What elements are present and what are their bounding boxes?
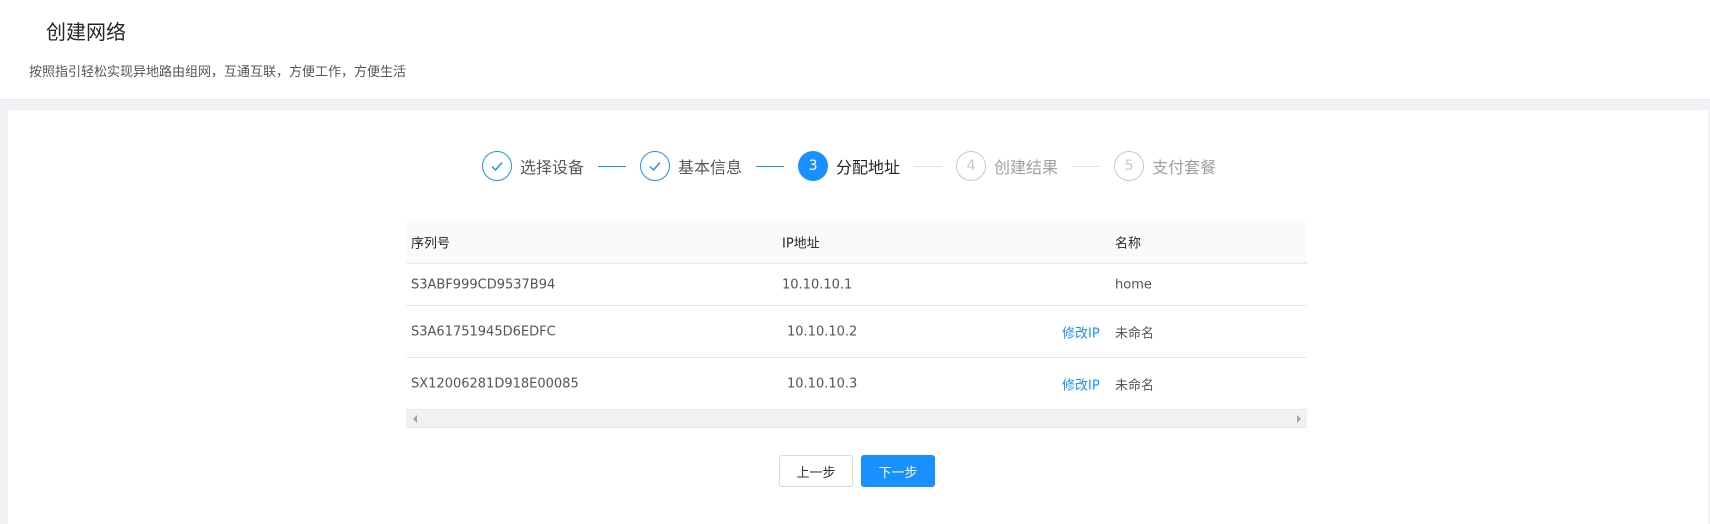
step-label: 支付套餐 [1152,158,1217,177]
chevron-right-icon [1296,414,1301,423]
edit-ip-link[interactable]: 修改IP [1062,374,1100,393]
step-1-circle [482,151,512,181]
step-create-result: 4 创建结果 [956,151,1058,181]
table-row: S3A61751945D6EDFC 10.10.10.2 修改IP 未命名 [406,306,1307,358]
column-header-name: 名称 [1115,236,1142,252]
step-select-device: 选择设备 [482,151,584,181]
page-title: 创建网络 [46,20,126,44]
serial-cell: S3A61751945D6EDFC [411,324,556,339]
name-cell: 未命名 [1115,326,1155,341]
next-step-button[interactable]: 下一步 [861,455,935,487]
edit-ip-link[interactable]: 修改IP [1062,322,1100,341]
name-cell: home [1115,277,1152,292]
step-label: 选择设备 [520,158,585,177]
ip-cell: 10.10.10.2 [787,324,858,339]
check-icon [490,159,504,173]
ip-cell: 10.10.10.1 [782,277,853,292]
step-assign-address: 3 分配地址 [798,151,900,181]
step-label: 分配地址 [836,158,901,177]
step-connector [598,165,627,167]
chevron-left-icon [412,414,417,423]
scroll-right-arrow[interactable] [1290,410,1307,427]
step-connector [756,165,785,167]
page-subtitle: 按照指引轻松实现异地路由组网，互通互联，方便工作，方便生活 [29,65,407,80]
column-header-ip: IP地址 [782,236,820,252]
scroll-left-arrow[interactable] [406,410,423,427]
name-cell: 未命名 [1115,378,1155,393]
step-3-circle: 3 [798,151,829,181]
ip-cell: 10.10.10.3 [787,376,858,391]
step-basic-info: 基本信息 [640,151,742,181]
prev-step-button[interactable]: 上一步 [779,455,853,487]
step-payment: 5 支付套餐 [1114,151,1216,181]
step-4-circle: 4 [956,151,987,181]
serial-cell: S3ABF999CD9537B94 [411,277,556,292]
steps: 选择设备 基本信息 3 分配地址 4 创建结果 5 支付套餐 [482,149,1216,183]
column-header-serial: 序列号 [411,236,451,252]
table-row: S3ABF999CD9537B94 10.10.10.1 home [406,264,1307,306]
table-row: SX12006281D918E00085 10.10.10.3 修改IP 未命名 [406,358,1307,410]
table-header: 序列号 IP地址 名称 [406,221,1307,264]
step-connector [914,165,943,167]
step-label: 基本信息 [678,158,743,177]
step-label: 创建结果 [994,158,1059,177]
step-2-circle [640,151,671,181]
step-connector [1072,165,1101,167]
page-header: 创建网络 按照指引轻松实现异地路由组网，互通互联，方便工作，方便生活 [0,0,1710,100]
address-table: 序列号 IP地址 名称 S3ABF999CD9537B94 10.10.10.1… [406,221,1307,428]
check-icon [648,159,662,173]
horizontal-scrollbar[interactable] [406,410,1307,428]
step-5-circle: 5 [1114,151,1145,181]
serial-cell: SX12006281D918E00085 [411,376,579,391]
